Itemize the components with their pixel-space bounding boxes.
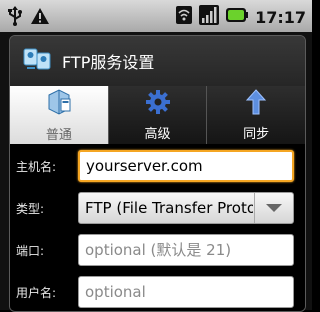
clock: 17:17 (255, 7, 306, 27)
username-row: 用户名: optional (10, 272, 305, 311)
dialog-header: FTP服务设置 (10, 36, 305, 86)
wifi-icon (175, 5, 193, 29)
gear-icon (144, 88, 172, 120)
tab-advanced[interactable]: 高级 (107, 86, 207, 144)
username-input[interactable]: optional (78, 276, 294, 308)
dialog-title: FTP服务设置 (62, 53, 155, 72)
host-input[interactable]: yourserver.com (78, 150, 294, 182)
ftp-server-icon (22, 46, 52, 76)
tab-sync-label: 同步 (243, 127, 270, 142)
general-icon (44, 87, 74, 121)
ftp-settings-dialog: FTP服务设置 普通 高级 同步 主机名: yourserver.com 类型:… (9, 35, 306, 312)
sync-arrow-icon (245, 88, 267, 120)
type-select[interactable]: FTP (File Transfer Proto (78, 192, 294, 224)
status-bar: 17:17 (0, 0, 312, 32)
tab-bar: 普通 高级 同步 (10, 86, 305, 144)
username-label: 用户名: (16, 286, 57, 300)
type-label: 类型: (16, 202, 45, 216)
warning-icon (30, 7, 50, 29)
type-row: 类型: FTP (File Transfer Proto (10, 188, 305, 230)
tab-sync[interactable]: 同步 (206, 86, 305, 144)
tab-advanced-label: 高级 (144, 127, 171, 142)
host-label: 主机名: (16, 160, 57, 174)
dropdown-arrow-icon[interactable] (254, 193, 293, 223)
settings-form: 主机名: yourserver.com 类型: FTP (File Transf… (10, 144, 305, 311)
port-row: 端口: optional (默认是 21) (10, 230, 305, 272)
battery-icon (225, 7, 249, 27)
port-label: 端口: (16, 244, 45, 258)
tab-general[interactable]: 普通 (10, 86, 108, 144)
host-row: 主机名: yourserver.com (10, 146, 305, 188)
type-select-value: FTP (File Transfer Proto (85, 199, 253, 217)
tab-general-label: 普通 (45, 128, 72, 143)
port-input[interactable]: optional (默认是 21) (78, 234, 294, 266)
signal-icon (199, 5, 220, 29)
usb-icon (6, 6, 24, 30)
